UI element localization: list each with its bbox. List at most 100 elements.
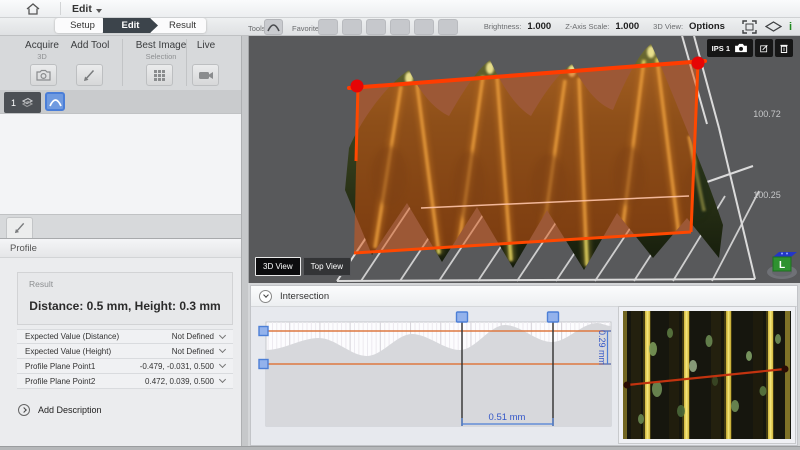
- gizmo-letter: L: [779, 260, 785, 271]
- orientation-gizmo[interactable]: L: [767, 252, 797, 279]
- edit-export-icon: [760, 43, 768, 54]
- frame-icon: [742, 20, 757, 34]
- add-tool-button[interactable]: [76, 64, 103, 86]
- intersection-header: Intersection: [251, 286, 797, 307]
- camera-icon: [36, 69, 51, 81]
- plane-point2-row[interactable]: Profile Plane Point2 0.472, 0.039, 0.500: [17, 374, 233, 389]
- plane-point1-row[interactable]: Profile Plane Point1 -0.479, -0.031, 0.5…: [17, 359, 233, 374]
- tab-result[interactable]: Result: [151, 18, 206, 33]
- ips-capture-button[interactable]: IPS 1: [707, 39, 753, 57]
- 3d-viewport[interactable]: L IPS 1: [248, 36, 800, 283]
- profile-graph[interactable]: 0.51 mm 0.29 mm: [259, 312, 631, 446]
- distance-measurement-label: 0.51 mm: [489, 412, 526, 423]
- main-toolbar: Setup Edit Result Tools: Favorites: Brig…: [0, 18, 800, 36]
- favorite-slot-4[interactable]: [390, 19, 410, 35]
- add-description-button[interactable]: Add Description: [18, 404, 102, 416]
- trash-icon: [780, 43, 788, 54]
- favorite-slot-6[interactable]: [438, 19, 458, 35]
- acquire-sublabel: 3D: [16, 52, 68, 61]
- add-tool-label: Add Tool: [64, 40, 116, 51]
- chevron-down-icon[interactable]: [219, 331, 226, 338]
- info-icon[interactable]: i: [789, 21, 792, 33]
- profile-curve-icon: [49, 97, 62, 107]
- ips-label: IPS 1: [712, 44, 730, 53]
- layer-strip: 1: [0, 90, 241, 113]
- profile-tool-button[interactable]: [264, 19, 283, 35]
- add-description-label: Add Description: [38, 405, 102, 415]
- cursor-handle-right[interactable]: [548, 312, 559, 322]
- workflow-tabs: Setup Edit Result: [55, 18, 199, 33]
- acquire-3d-button[interactable]: [30, 64, 57, 86]
- left-panel: Acquire 3D Add Tool Best Image Selection…: [0, 36, 248, 450]
- z-axis-tick-upper: 100.72: [745, 109, 789, 119]
- export-button[interactable]: [755, 39, 773, 57]
- chevron-down-icon[interactable]: [219, 376, 226, 383]
- layer-number: 1: [11, 98, 16, 108]
- top-view-image[interactable]: [623, 311, 791, 439]
- intersection-title: Intersection: [280, 291, 329, 302]
- tool-list-area[interactable]: [0, 113, 241, 215]
- profile-section: Profile Result Distance: 0.5 mm, Height:…: [0, 239, 241, 450]
- panel-splitter[interactable]: [241, 36, 248, 450]
- 3d-view-options-button[interactable]: Options: [689, 21, 725, 32]
- window-bottom-edge: [0, 446, 800, 450]
- plane-endpoint-left[interactable]: [351, 80, 364, 93]
- profile-title: Profile: [10, 243, 37, 254]
- best-image-label: Best Image: [132, 40, 190, 51]
- plane-view-button[interactable]: [765, 19, 783, 34]
- titlebar-separator: [60, 2, 61, 15]
- live-button[interactable]: [192, 64, 219, 86]
- favorite-slot-5[interactable]: [414, 19, 434, 35]
- measure-plane[interactable]: [349, 57, 705, 254]
- row-label: Expected Value (Distance): [17, 332, 172, 341]
- view-settings-group: Brightness: 1.000 Z-Axis Scale: 1.000 3D…: [484, 18, 792, 35]
- 3d-view-button[interactable]: 3D View: [255, 257, 301, 276]
- row-label: Expected Value (Height): [17, 347, 172, 356]
- brightness-value[interactable]: 1.000: [527, 21, 551, 32]
- 3d-view-label: 3D View:: [653, 22, 683, 31]
- lower-line-handle[interactable]: [259, 360, 268, 369]
- row-value: -0.479, -0.031, 0.500: [140, 362, 220, 371]
- top-view-image-frame: [618, 306, 796, 444]
- chevron-down-icon[interactable]: [219, 346, 226, 353]
- delete-button[interactable]: [775, 39, 793, 57]
- expected-height-row[interactable]: Expected Value (Height) Not Defined: [17, 344, 233, 359]
- row-value: Not Defined: [172, 347, 220, 356]
- 3d-scene: L: [249, 36, 800, 283]
- upper-line-handle[interactable]: [259, 327, 268, 336]
- tab-setup[interactable]: Setup: [55, 18, 110, 33]
- z-axis-tick-lower: 100.25: [745, 190, 789, 200]
- best-image-sublabel: Selection: [132, 52, 190, 61]
- zaxis-scale-label: Z-Axis Scale:: [565, 22, 609, 31]
- favorite-slot-1[interactable]: [318, 19, 338, 35]
- brightness-label: Brightness:: [484, 22, 522, 31]
- home-button[interactable]: [20, 1, 46, 16]
- row-value: Not Defined: [172, 332, 220, 341]
- result-label: Result: [29, 279, 53, 289]
- layers-icon: [21, 97, 34, 108]
- profile-tool-selected[interactable]: [45, 92, 65, 111]
- collapse-button[interactable]: [259, 290, 272, 303]
- cursor-handle-left[interactable]: [457, 312, 468, 322]
- pencil-icon: [14, 222, 26, 234]
- expected-distance-row[interactable]: Expected Value (Distance) Not Defined: [17, 329, 233, 344]
- best-image-button[interactable]: [146, 64, 173, 86]
- view-mode-toggle: 3D View Top View: [255, 257, 351, 276]
- title-bar: Edit: [0, 0, 800, 18]
- zaxis-scale-value[interactable]: 1.000: [615, 21, 639, 32]
- command-separator: [122, 39, 123, 86]
- layer-tab[interactable]: 1: [4, 92, 41, 113]
- favorite-slot-3[interactable]: [366, 19, 386, 35]
- edit-menu[interactable]: Edit: [72, 2, 102, 16]
- plane-endpoint-right[interactable]: [692, 57, 705, 70]
- camera-icon: [734, 43, 748, 53]
- intersection-panel: Intersection: [250, 285, 798, 446]
- profile-curve-icon: [267, 22, 280, 32]
- favorite-slot-2[interactable]: [342, 19, 362, 35]
- fit-frame-button[interactable]: [741, 19, 759, 34]
- tab-edit[interactable]: Edit: [103, 18, 158, 33]
- live-label: Live: [186, 40, 226, 51]
- top-view-button[interactable]: Top View: [303, 257, 351, 276]
- chevron-down-icon[interactable]: [219, 361, 226, 368]
- edit-tab[interactable]: [6, 217, 33, 238]
